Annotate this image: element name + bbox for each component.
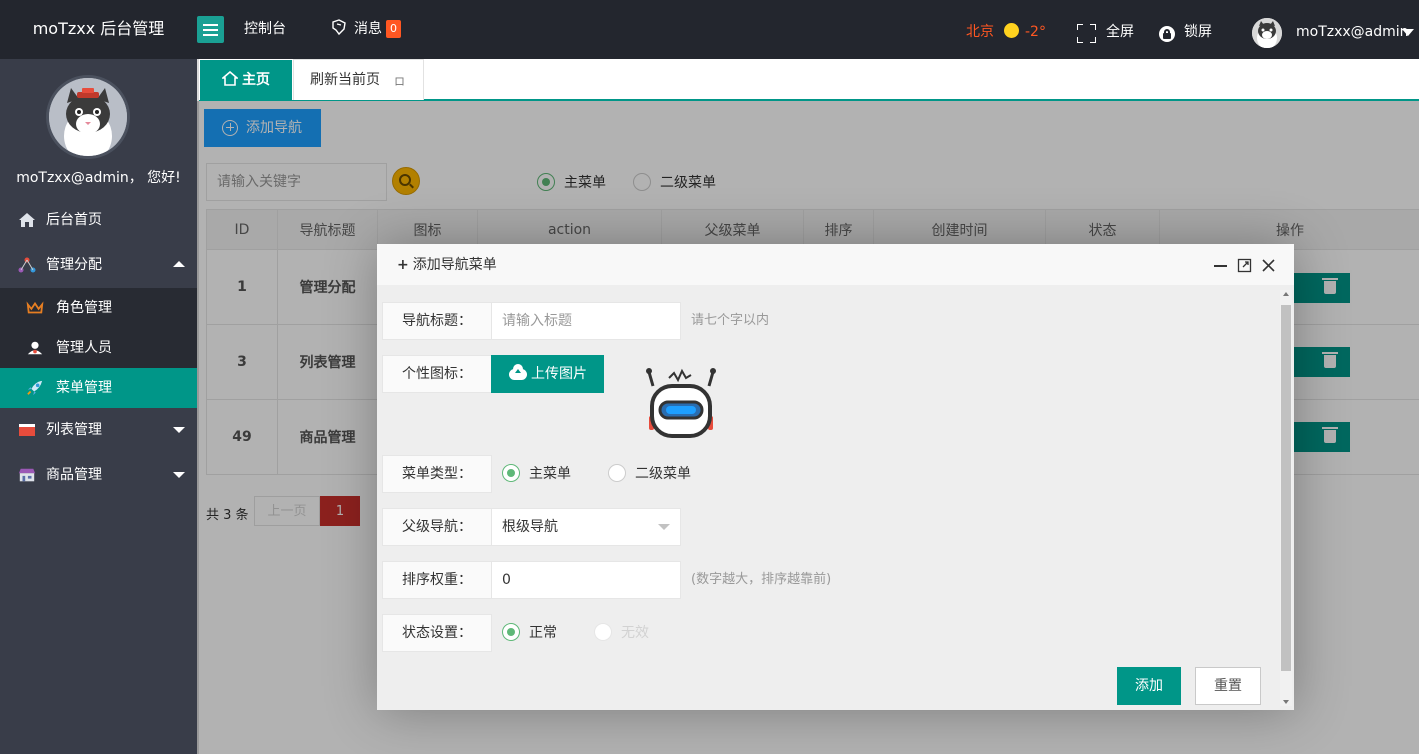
nav-messages-label: 消息 xyxy=(354,21,382,37)
modal-title: 添加导航菜单 xyxy=(412,257,497,273)
plus-icon: + xyxy=(397,257,409,273)
menu-type-label: 菜单类型： xyxy=(382,455,492,493)
menu-type-sub-label: 二级菜单 xyxy=(635,466,691,482)
admin-user-icon xyxy=(27,341,43,355)
hamburger-icon-bar xyxy=(203,34,218,36)
chevron-down-icon xyxy=(173,427,185,433)
upload-image-label: 上传图片 xyxy=(531,366,587,382)
menu-toggle-button[interactable] xyxy=(197,16,224,43)
message-hand-icon xyxy=(332,19,346,36)
add-nav-modal: +添加导航菜单 导航标题： 请七个字以内 个性图标： 上传图片 菜单类型： 主菜… xyxy=(377,244,1294,710)
chevron-down-icon xyxy=(658,524,670,530)
minimize-icon[interactable] xyxy=(1213,258,1228,273)
status-normal-label: 正常 xyxy=(529,625,557,641)
submit-button[interactable]: 添加 xyxy=(1117,667,1181,705)
radio-checked-icon xyxy=(502,623,520,641)
sidebar-item-label: 商品管理 xyxy=(46,467,102,483)
status-label: 状态设置： xyxy=(382,614,492,652)
cat-avatar-icon xyxy=(49,78,127,156)
home-icon xyxy=(19,213,35,227)
cat-avatar-icon xyxy=(1252,18,1282,48)
weather-temp: -2° xyxy=(1025,24,1046,40)
maximize-icon[interactable] xyxy=(1237,258,1252,273)
modal-scrollbar[interactable] xyxy=(1280,290,1292,706)
radio-unchecked-icon xyxy=(608,464,626,482)
sidebar-item-label: 菜单管理 xyxy=(56,380,112,396)
scroll-down-icon[interactable] xyxy=(1283,700,1289,704)
tab-refresh[interactable]: 刷新当前页 ロ xyxy=(293,59,424,100)
home-outline-icon xyxy=(220,70,240,86)
reset-button[interactable]: 重置 xyxy=(1195,667,1261,705)
sidebar-item-label: 列表管理 xyxy=(46,422,102,438)
sidebar-item-admin-assign[interactable]: 管理分配 xyxy=(0,245,197,285)
modal-body: 导航标题： 请七个字以内 个性图标： 上传图片 菜单类型： 主菜单 二级菜单 父… xyxy=(377,286,1294,710)
robot-icon-preview xyxy=(646,368,716,438)
app-logo[interactable]: moTzxx 后台管理 xyxy=(0,0,197,59)
parent-nav-label: 父级导航： xyxy=(382,508,492,546)
sort-hint: (数字越大，排序越靠前) xyxy=(691,572,832,587)
nav-title-label: 导航标题： xyxy=(382,302,492,340)
tab-bar: 主页 刷新当前页 ロ xyxy=(199,59,1419,101)
chevron-up-icon xyxy=(173,261,185,267)
tab-home[interactable]: 主页 xyxy=(199,59,293,100)
sidebar-item-label: 管理分配 xyxy=(46,257,102,273)
header-avatar[interactable] xyxy=(1252,18,1282,48)
sidebar-greeting: moTzxx@admin， 您好! xyxy=(16,170,181,186)
fullscreen-icon[interactable] xyxy=(1077,24,1096,43)
nav-title-input[interactable] xyxy=(491,302,681,340)
sidebar-item-home[interactable]: 后台首页 xyxy=(0,200,197,240)
crown-icon xyxy=(26,301,44,314)
tab-close-icon[interactable]: ロ xyxy=(394,61,405,102)
close-icon[interactable] xyxy=(1261,258,1276,273)
sort-input[interactable] xyxy=(491,561,681,599)
scroll-up-icon[interactable] xyxy=(1283,292,1289,296)
sidebar-item-admins[interactable]: 管理人员 xyxy=(0,328,197,368)
sidebar-item-menus[interactable]: 菜单管理 xyxy=(0,368,197,408)
cloud-upload-icon xyxy=(509,364,527,380)
sort-label: 排序权重： xyxy=(382,561,492,599)
radio-checked-icon xyxy=(502,464,520,482)
radio-disabled-icon xyxy=(594,623,612,641)
sidebar: moTzxx@admin， 您好! 后台首页 管理分配 角色管理 管理人员 菜单… xyxy=(0,59,197,754)
weather-widget: 北京 -2° xyxy=(966,0,1046,59)
status-invalid-label: 无效 xyxy=(621,625,649,641)
network-icon xyxy=(18,257,36,273)
hamburger-icon-bar xyxy=(203,29,218,31)
parent-nav-select[interactable]: 根级导航 xyxy=(491,508,681,546)
top-header: moTzxx 后台管理 控制台 消息 0 北京 -2° 全屏 锁屏 moTzxx@a… xyxy=(0,0,1419,59)
fullscreen-button[interactable]: 全屏 xyxy=(1106,0,1134,59)
modal-header: + 添加导航菜单 xyxy=(377,244,1294,286)
hamburger-icon xyxy=(203,24,218,26)
rocket-icon xyxy=(27,380,43,396)
sidebar-item-roles[interactable]: 角色管理 xyxy=(0,288,197,328)
tab-refresh-label: 刷新当前页 xyxy=(310,72,380,88)
user-menu-caret-icon[interactable] xyxy=(1402,29,1414,36)
lock-screen-button[interactable]: 锁屏 xyxy=(1184,0,1212,59)
lock-icon[interactable] xyxy=(1159,26,1175,42)
list-folder-icon xyxy=(19,424,35,436)
nav-dashboard[interactable]: 控制台 xyxy=(244,0,286,59)
sidebar-item-label: 管理人员 xyxy=(56,340,112,356)
sidebar-item-label: 角色管理 xyxy=(56,300,112,316)
menu-type-main-label: 主菜单 xyxy=(529,466,571,482)
icon-label: 个性图标： xyxy=(382,355,492,393)
header-username[interactable]: moTzxx@admin xyxy=(1296,0,1409,59)
nav-messages[interactable]: 消息 0 xyxy=(330,0,401,59)
sidebar-avatar xyxy=(46,75,130,159)
shop-icon xyxy=(18,468,36,482)
sun-icon xyxy=(1004,23,1019,38)
chevron-down-icon xyxy=(173,472,185,478)
nav-title-hint: 请七个字以内 xyxy=(691,313,770,328)
sidebar-item-label: 后台首页 xyxy=(46,212,102,228)
message-count-badge: 0 xyxy=(386,20,401,38)
weather-city: 北京 xyxy=(966,24,994,40)
upload-image-button[interactable]: 上传图片 xyxy=(491,355,604,393)
sidebar-item-lists[interactable]: 列表管理 xyxy=(0,410,197,450)
sidebar-item-goods[interactable]: 商品管理 xyxy=(0,455,197,495)
parent-nav-value: 根级导航 xyxy=(502,519,558,535)
scrollbar-thumb[interactable] xyxy=(1281,305,1291,671)
tab-home-label: 主页 xyxy=(242,72,270,88)
